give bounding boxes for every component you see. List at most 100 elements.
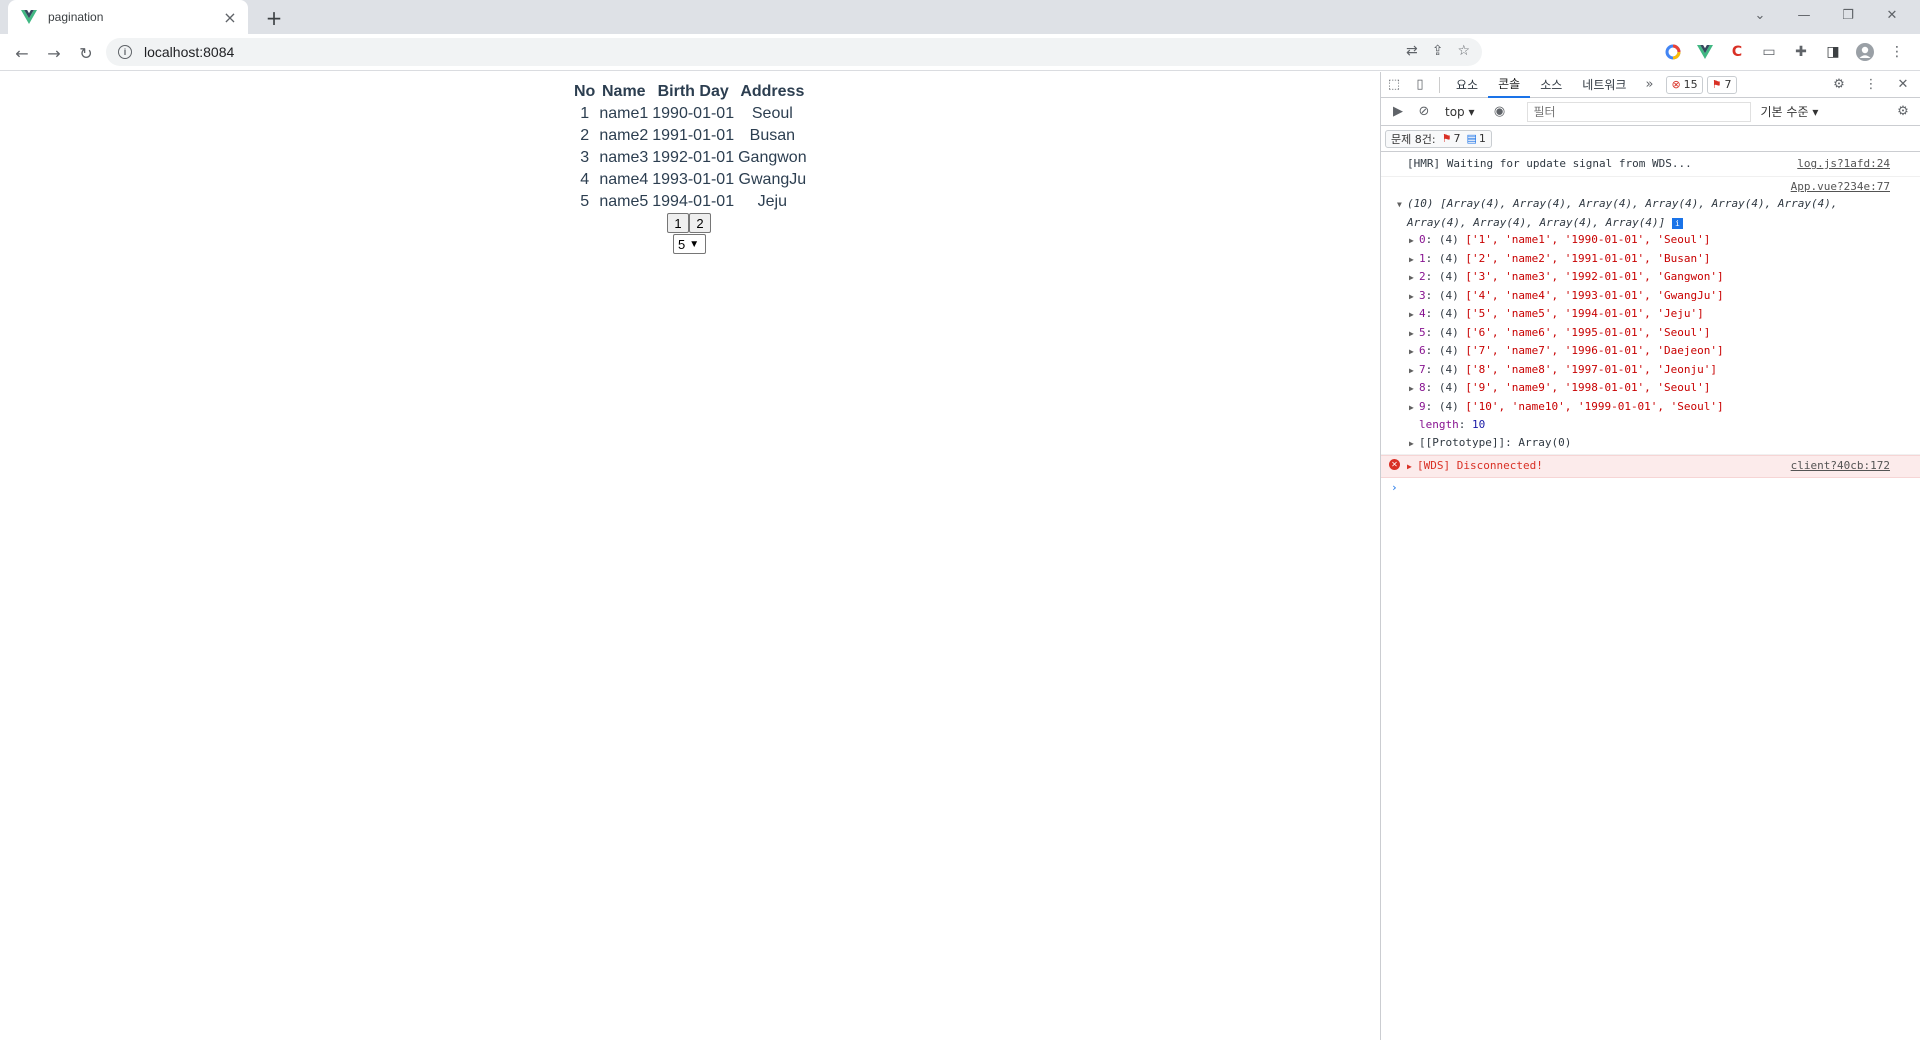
array-item-row[interactable]: ▶ 0: (4) ['1', 'name1', '1990-01-01', 'Se… <box>1407 231 1894 250</box>
header-address: Address <box>740 83 805 100</box>
side-panel-icon[interactable]: ◨ <box>1822 41 1844 63</box>
tab-close-icon[interactable]: × <box>222 8 238 27</box>
issues-button[interactable]: 문제 8건: ⚑ 7 ▤ 1 <box>1385 129 1492 148</box>
array-value: ['9', 'name9', '1998-01-01', 'Seoul'] <box>1465 381 1711 394</box>
log-level-select[interactable]: 기본 수준 ▾ <box>1761 103 1819 120</box>
clear-console-icon[interactable]: ⊘ <box>1411 99 1437 125</box>
array-item-row[interactable]: ▶ 2: (4) ['3', 'name3', '1992-01-01', 'Ga… <box>1407 268 1894 287</box>
issue-info-icon: ▤ <box>1466 132 1477 145</box>
collapsed-arrow-icon[interactable]: ▶ <box>1409 362 1419 380</box>
tab-elements[interactable]: 요소 <box>1446 72 1488 98</box>
expanded-arrow-icon[interactable]: ▼ <box>1397 196 1407 214</box>
array-item-row[interactable]: ▶ 1: (4) ['2', 'name2', '1991-01-01', 'Bu… <box>1407 250 1894 269</box>
array-index: 9 <box>1419 399 1426 413</box>
header-no: No <box>574 83 596 100</box>
tab-search-icon[interactable]: ⌄ <box>1738 0 1782 30</box>
array-summary[interactable]: ▼ (10) [Array(4), Array(4), Array(4), Arr… <box>1397 195 1894 214</box>
collapsed-arrow-icon[interactable]: ▶ <box>1409 251 1419 269</box>
array-item-row[interactable]: ▶ 4: (4) ['5', 'name5', '1994-01-01', 'Je… <box>1407 305 1894 324</box>
console-error-message: ✕ ▶ [WDS] Disconnected! client?40cb:172 <box>1381 455 1920 478</box>
collapsed-arrow-icon[interactable]: ▶ <box>1409 306 1419 324</box>
device-toolbar-icon[interactable]: ▯ <box>1407 72 1433 98</box>
reload-icon[interactable]: ↻ <box>72 39 100 67</box>
extensions-puzzle-icon[interactable]: ✚ <box>1790 41 1812 63</box>
extension-c-icon[interactable]: C <box>1726 41 1748 63</box>
warning-count: 7 <box>1724 78 1732 91</box>
array-index: 3 <box>1419 288 1426 302</box>
collapsed-arrow-icon[interactable]: ▶ <box>1409 435 1419 453</box>
pagination: 1 2 <box>667 213 711 233</box>
collapsed-arrow-icon[interactable]: ▶ <box>1409 232 1419 250</box>
sidebar-toggle-icon[interactable]: ▶ <box>1385 99 1411 125</box>
cell-name: name1 <box>599 105 649 122</box>
collapsed-arrow-icon[interactable]: ▶ <box>1409 380 1419 398</box>
error-count: 15 <box>1683 78 1698 91</box>
source-link[interactable]: log.js?1afd:24 <box>1797 156 1890 172</box>
error-count-badge[interactable]: ⊗ 15 <box>1666 75 1703 94</box>
tab-title: pagination <box>48 10 104 24</box>
minimize-button[interactable]: — <box>1782 0 1826 30</box>
cell-no: 5 <box>580 193 590 210</box>
array-item-row[interactable]: ▶ 9: (4) ['10', 'name10', '1999-01-01', '… <box>1407 398 1894 417</box>
back-icon[interactable]: ← <box>8 39 36 67</box>
tab-console[interactable]: 콘솔 <box>1488 72 1531 98</box>
page-2-button[interactable]: 2 <box>689 213 711 233</box>
array-item-row[interactable]: ▶ 6: (4) ['7', 'name7', '1996-01-01', 'Da… <box>1407 342 1894 361</box>
array-value: ['8', 'name8', '1997-01-01', 'Jeonju'] <box>1465 362 1718 376</box>
address-bar[interactable]: i localhost:8084 ⇄ ⇪ ☆ <box>106 38 1482 66</box>
page-size-select[interactable]: 5 ▼ <box>673 234 706 254</box>
tab-network[interactable]: 네트워크 <box>1572 72 1636 98</box>
bookmark-star-icon[interactable]: ☆ <box>1457 43 1470 59</box>
prototype-row[interactable]: ▶ [[Prototype]]: Array(0) <box>1407 434 1894 453</box>
divider <box>1439 76 1440 93</box>
array-item-row[interactable]: ▶ 3: (4) ['4', 'name4', '1993-01-01', 'Gw… <box>1407 287 1894 306</box>
close-window-button[interactable]: ✕ <box>1870 0 1914 30</box>
profile-avatar-icon[interactable] <box>1854 41 1876 63</box>
more-tabs-icon[interactable]: » <box>1636 72 1662 98</box>
filter-input[interactable]: 필터 <box>1526 101 1751 122</box>
translate-icon[interactable]: ⇄ <box>1406 43 1418 59</box>
extension-cast-icon[interactable]: ▭ <box>1758 41 1780 63</box>
forward-icon[interactable]: → <box>40 39 68 67</box>
console-settings-icon[interactable]: ⚙ <box>1890 99 1916 125</box>
table-row: 5 name5 1994-01-01 Jeju <box>573 192 808 212</box>
page-1-button[interactable]: 1 <box>667 213 689 233</box>
tab-sources[interactable]: 소스 <box>1530 72 1572 98</box>
info-icon[interactable]: i <box>1671 217 1683 229</box>
console-prompt[interactable]: › <box>1381 478 1920 498</box>
cell-birthday: 1994-01-01 <box>652 193 735 210</box>
array-index: 2 <box>1419 270 1426 283</box>
site-info-icon[interactable]: i <box>118 45 132 59</box>
settings-gear-icon[interactable]: ⚙ <box>1826 72 1852 98</box>
browser-menu-icon[interactable]: ⋮ <box>1886 41 1908 63</box>
inspect-element-icon[interactable]: ⬚ <box>1381 72 1407 98</box>
collapsed-arrow-icon[interactable]: ▶ <box>1409 288 1419 306</box>
cell-no: 4 <box>580 171 590 188</box>
browser-tab[interactable]: pagination × <box>8 0 248 34</box>
close-devtools-icon[interactable]: ✕ <box>1890 72 1916 98</box>
restore-button[interactable]: ❐ <box>1826 0 1870 30</box>
collapsed-arrow-icon[interactable]: ▶ <box>1409 399 1419 417</box>
collapsed-arrow-icon[interactable]: ▶ <box>1409 343 1419 361</box>
array-value: ['5', 'name5', '1994-01-01', 'Jeju'] <box>1465 307 1704 320</box>
devtools-menu-icon[interactable]: ⋮ <box>1858 72 1884 98</box>
array-item-row[interactable]: ▶ 8: (4) ['9', 'name9', '1998-01-01', 'Se… <box>1407 379 1894 398</box>
warning-count-badge[interactable]: ⚑ 7 <box>1706 75 1737 94</box>
new-tab-button[interactable]: + <box>260 4 288 32</box>
live-expression-eye-icon[interactable]: ◉ <box>1487 99 1513 125</box>
cell-no: 3 <box>580 149 590 166</box>
array-item-row[interactable]: ▶ 7: (4) ['8', 'name8', '1997-01-01', 'Je… <box>1407 361 1894 380</box>
collapsed-arrow-icon[interactable]: ▶ <box>1409 325 1419 343</box>
array-item-row[interactable]: ▶ 5: (4) ['6', 'name6', '1995-01-01', 'Se… <box>1407 324 1894 343</box>
source-link[interactable]: client?40cb:172 <box>1791 458 1890 474</box>
source-link[interactable]: App.vue?234e:77 <box>1791 179 1890 195</box>
collapsed-arrow-icon[interactable]: ▶ <box>1407 459 1417 475</box>
context-selector[interactable]: top ▾ <box>1445 105 1475 119</box>
vue-devtools-extension-icon[interactable] <box>1694 41 1716 63</box>
extension-color-icon[interactable] <box>1662 41 1684 63</box>
cell-name: name2 <box>599 127 649 144</box>
tab-strip: pagination × + ⌄ — ❐ ✕ <box>0 0 1920 34</box>
chevron-down-icon: ▼ <box>689 238 700 250</box>
share-icon[interactable]: ⇪ <box>1432 43 1444 59</box>
collapsed-arrow-icon[interactable]: ▶ <box>1409 269 1419 287</box>
